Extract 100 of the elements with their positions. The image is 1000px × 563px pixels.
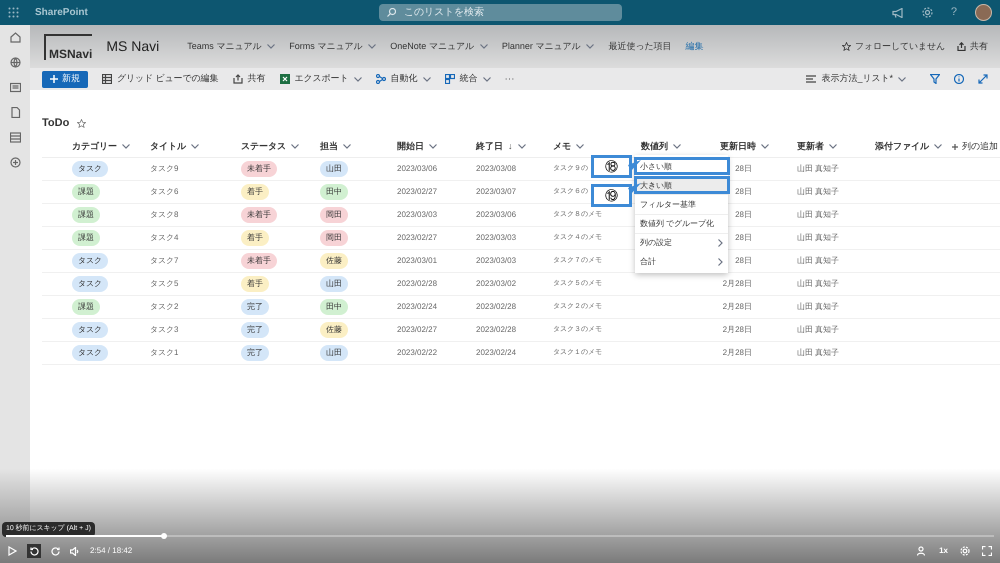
- column-header[interactable]: メモ: [553, 140, 641, 154]
- chevron-down-icon: [422, 76, 431, 82]
- megaphone-icon[interactable]: [892, 8, 904, 18]
- chevron-down-icon: [191, 144, 199, 149]
- column-header[interactable]: 添付ファイル: [875, 140, 952, 154]
- menu-item[interactable]: 合計: [635, 252, 728, 271]
- chevron-down-icon: [429, 144, 437, 149]
- chevron-down-icon: [761, 144, 769, 149]
- table-cell-text: 2023/02/27: [397, 232, 438, 244]
- toolbar-button[interactable]: グリッド ビューでの編集: [102, 72, 219, 86]
- nav-link[interactable]: OneNote マニュアル: [390, 40, 488, 54]
- nav-link[interactable]: 最近使った項目: [608, 40, 672, 54]
- news-icon[interactable]: [10, 82, 20, 93]
- column-header[interactable]: 更新日時: [720, 140, 797, 154]
- column-header[interactable]: 開始日: [397, 140, 476, 154]
- table-cell-text: 2023/03/06: [397, 163, 438, 175]
- follow-button[interactable]: フォローしていません: [842, 40, 945, 54]
- favorite-star-icon[interactable]: [77, 118, 86, 128]
- table-cell-text: 2023/02/24: [397, 301, 438, 313]
- table-cell: 2月28日: [722, 301, 752, 313]
- table-cell-text: タスク6: [150, 186, 180, 198]
- table-cell: 28日: [735, 209, 752, 221]
- list-icon[interactable]: [10, 132, 20, 143]
- home-icon[interactable]: [10, 32, 20, 43]
- star-icon: [842, 42, 851, 51]
- add-column-button[interactable]: 列の追加: [952, 140, 1000, 154]
- chevron-down-icon: [482, 76, 491, 82]
- column-header[interactable]: ステータス: [241, 140, 320, 154]
- column-header[interactable]: タイトル: [150, 140, 241, 154]
- view-selector[interactable]: 表示方法_リスト*: [806, 72, 906, 86]
- site-logo[interactable]: MSNavi: [44, 34, 92, 60]
- chevron-right-icon: [718, 239, 723, 247]
- volume-icon[interactable]: [70, 546, 80, 556]
- sort-arrow: ↓: [508, 140, 512, 153]
- pill-tag: 課題: [72, 299, 100, 315]
- column-header[interactable]: 数値列: [641, 140, 720, 154]
- table-cell-text: タスク3: [150, 324, 180, 336]
- person-icon[interactable]: [917, 546, 928, 556]
- more-button[interactable]: ⋯: [504, 72, 515, 86]
- time-display: 2:54 / 18:42: [90, 545, 132, 557]
- table-cell-text: 山田 真知子: [797, 209, 840, 221]
- app-name[interactable]: SharePoint: [35, 5, 88, 20]
- column-header[interactable]: カテゴリー: [72, 140, 150, 154]
- table-cell: 2月28日: [722, 278, 752, 290]
- column-header[interactable]: 更新者: [797, 140, 875, 154]
- toolbar-button[interactable]: 自動化: [376, 72, 431, 86]
- menu-item[interactable]: フィルター基準: [635, 195, 728, 214]
- menu-item[interactable]: 数値列 でグループ化: [635, 214, 728, 233]
- pill-tag: 課題: [72, 184, 100, 200]
- table-cell-text: 2023/02/24: [476, 347, 518, 359]
- table-cell-text: 山田 真知子: [797, 278, 840, 290]
- avatar[interactable]: [975, 4, 992, 21]
- fullscreen-icon[interactable]: [982, 546, 992, 556]
- add-icon[interactable]: [10, 157, 20, 168]
- search-icon: [387, 8, 396, 17]
- table-cell-text: 山田 真知子: [797, 301, 840, 313]
- skip-back-button[interactable]: [27, 544, 41, 558]
- chevron-down-icon: [368, 44, 376, 49]
- pill-tag: 完了: [241, 345, 269, 361]
- app-launcher-icon[interactable]: [8, 7, 19, 18]
- expand-icon[interactable]: [978, 74, 988, 84]
- toolbar-button[interactable]: エクスポート: [280, 72, 362, 86]
- menu-item[interactable]: 列の設定: [635, 233, 728, 252]
- table-cell-text: 2023/02/28: [476, 324, 518, 336]
- table-cell-text: 2023/03/03: [397, 209, 438, 221]
- globe-icon[interactable]: [10, 57, 20, 68]
- share-icon: [957, 42, 966, 51]
- toolbar-button[interactable]: 共有: [232, 72, 266, 86]
- table-cell-text: 2023/03/01: [397, 255, 438, 267]
- pill-tag: 佐藤: [320, 253, 348, 269]
- play-icon[interactable]: [8, 546, 17, 556]
- filter-icon[interactable]: [930, 74, 940, 84]
- pill-tag: 未着手: [241, 253, 277, 269]
- nav-link[interactable]: Teams マニュアル: [187, 40, 276, 54]
- table-cell: 28日: [735, 186, 752, 198]
- info-icon[interactable]: [954, 74, 964, 84]
- nav-link[interactable]: Planner マニュアル: [502, 40, 594, 54]
- table-cell-text: 山田 真知子: [797, 255, 840, 267]
- skip-forward-icon[interactable]: [51, 546, 60, 556]
- pill-tag: 山田: [320, 276, 348, 292]
- new-button[interactable]: 新規: [42, 70, 88, 88]
- table-cell-text: 山田 真知子: [797, 324, 840, 336]
- toolbar-button[interactable]: 統合: [444, 72, 491, 86]
- table-cell-text: タスク8: [150, 209, 180, 221]
- column-header[interactable]: 担当: [320, 140, 397, 154]
- table-cell-text: 2023/03/03: [476, 255, 518, 267]
- table-cell-text: タスク2: [150, 301, 180, 313]
- column-header[interactable]: 終了日 ↓: [476, 140, 553, 154]
- document-icon[interactable]: [10, 107, 20, 118]
- edit-link[interactable]: 編集: [685, 40, 704, 54]
- table-cell-text: 山田 真知子: [797, 163, 840, 175]
- share-button[interactable]: 共有: [957, 40, 988, 54]
- pill-tag: 山田: [320, 161, 348, 177]
- help-button[interactable]: ?: [950, 4, 957, 21]
- settings-icon[interactable]: [922, 7, 933, 18]
- nav-link[interactable]: Forms マニュアル: [289, 40, 376, 54]
- pill-tag: 着手: [241, 184, 269, 200]
- lines-icon: [806, 75, 816, 83]
- chevron-down-icon: [343, 144, 351, 149]
- plus-icon: [50, 75, 58, 83]
